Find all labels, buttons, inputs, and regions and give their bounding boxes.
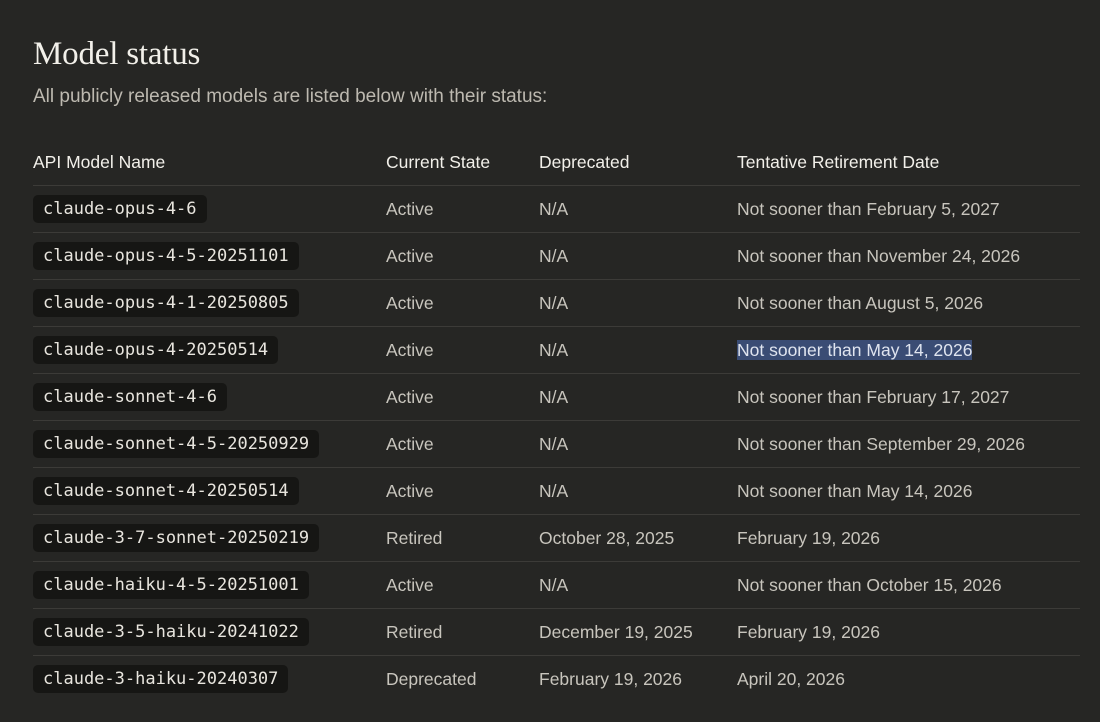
- retirement-date-cell: February 19, 2026: [737, 514, 1080, 562]
- deprecated-cell: N/A: [539, 467, 737, 515]
- page-subtitle: All publicly released models are listed …: [33, 86, 548, 107]
- retirement-date-cell: Not sooner than October 15, 2026: [737, 561, 1080, 609]
- table-row: claude-opus-4-6 Active N/A Not sooner than …: [33, 185, 1080, 233]
- model-name-cell: claude-3-haiku-20240307: [33, 656, 386, 703]
- deprecated-cell: N/A: [539, 373, 737, 421]
- model-id-code: claude-3-5-haiku-20241022: [33, 618, 309, 646]
- deprecated-cell: N/A: [539, 232, 737, 280]
- model-id-code: claude-opus-4-5-20251101: [33, 242, 299, 270]
- table-row: claude-haiku-4-5-20251001 Active N/A Not so…: [33, 561, 1080, 609]
- model-id-code: claude-sonnet-4-5-20250929: [33, 430, 320, 458]
- retirement-date-cell: Not sooner than February 17, 2027: [737, 373, 1080, 421]
- model-name-cell: claude-sonnet-4-5-20250929: [33, 420, 386, 468]
- column-header-deprecated: Deprecated: [539, 140, 737, 186]
- model-id-code: claude-3-7-sonnet-20250219: [33, 524, 320, 552]
- model-id-code: claude-3-haiku-20240307: [33, 665, 289, 693]
- table-row: claude-opus-4-20250514 Active N/A Not soone…: [33, 326, 1080, 374]
- current-state-cell: Active: [386, 561, 539, 609]
- table-row: claude-sonnet-4-5-20250929 Active N/A Not s…: [33, 420, 1080, 468]
- model-name-cell: claude-haiku-4-5-20251001: [33, 561, 386, 609]
- retirement-date-cell: Not sooner than August 5, 2026: [737, 279, 1080, 327]
- model-name-cell: claude-3-5-haiku-20241022: [33, 608, 386, 656]
- deprecated-cell: N/A: [539, 326, 737, 374]
- model-name-cell: claude-opus-4-1-20250805: [33, 279, 386, 327]
- deprecated-cell: N/A: [539, 185, 737, 233]
- retirement-date-text: Not sooner than August 5, 2026: [737, 292, 984, 313]
- retirement-date-cell: Not sooner than September 29, 2026: [737, 420, 1080, 468]
- current-state-cell: Active: [386, 232, 539, 280]
- retirement-date-text: April 20, 2026: [737, 668, 845, 689]
- table-row: claude-sonnet-4-20250514 Active N/A Not soo…: [33, 467, 1080, 515]
- model-name-cell: claude-opus-4-5-20251101: [33, 232, 386, 280]
- table-row: claude-sonnet-4-6 Active N/A Not sooner tha…: [33, 373, 1080, 421]
- deprecated-cell: February 19, 2026: [539, 668, 683, 689]
- model-name-cell: claude-opus-4-20250514: [33, 326, 386, 374]
- retirement-date-cell: Not sooner than May 14, 2026: [737, 326, 1080, 374]
- table-row: claude-3-haiku-20240307 Deprecated Februar…: [33, 656, 1080, 703]
- page-title: Model status: [33, 36, 201, 72]
- current-state-cell: Active: [386, 420, 539, 468]
- column-header-retirement: Tentative Retirement Date: [737, 140, 1080, 186]
- deprecated-cell: December 19, 2025: [539, 608, 737, 656]
- current-state-cell: Retired: [386, 514, 539, 562]
- model-id-code: claude-sonnet-4-6: [33, 383, 227, 411]
- model-name-cell: claude-sonnet-4-20250514: [33, 467, 386, 515]
- retirement-date-text: Not sooner than September 29, 2026: [737, 433, 1025, 454]
- table-row: claude-3-7-sonnet-20250219 Retired October…: [33, 514, 1080, 562]
- model-id-code: claude-opus-4-6: [33, 195, 207, 223]
- retirement-date-cell: April 20, 2026: [737, 656, 1080, 703]
- retirement-date-text: Not sooner than May 14, 2026: [737, 480, 973, 501]
- table-row: claude-opus-4-1-20250805 Active N/A Not soo…: [33, 279, 1080, 327]
- deprecated-cell: N/A: [539, 420, 737, 468]
- retirement-date-text: February 19, 2026: [737, 527, 881, 548]
- model-id-code: claude-opus-4-1-20250805: [33, 289, 299, 317]
- deprecated-cell: N/A: [539, 561, 737, 609]
- retirement-date-cell: Not sooner than May 14, 2026: [737, 467, 1080, 515]
- model-name-cell: claude-3-7-sonnet-20250219: [33, 514, 386, 562]
- selected-retirement-text: Not sooner than May 14, 2026: [737, 339, 973, 360]
- deprecated-cell: N/A: [539, 279, 737, 327]
- retirement-date-text: Not sooner than February 17, 2027: [737, 386, 1010, 407]
- table-row: claude-3-5-haiku-20241022 Retired December…: [33, 608, 1080, 656]
- current-state-cell: Active: [386, 373, 539, 421]
- current-state-cell: Active: [386, 326, 539, 374]
- model-id-code: claude-opus-4-20250514: [33, 336, 279, 364]
- table-header-row: API Model Name Current State Deprecated …: [33, 140, 1080, 186]
- model-name-cell: claude-sonnet-4-6: [33, 373, 386, 421]
- retirement-date-cell: Not sooner than February 5, 2027: [737, 185, 1080, 233]
- deprecated-cell: October 28, 2025: [539, 514, 737, 562]
- model-id-code: claude-sonnet-4-20250514: [33, 477, 299, 505]
- retirement-date-text: Not sooner than February 5, 2027: [737, 198, 1000, 219]
- current-state-cell: Deprecated: [386, 668, 477, 689]
- current-state-cell: Active: [386, 279, 539, 327]
- model-name-cell: claude-opus-4-6: [33, 185, 386, 233]
- table-body: claude-opus-4-6 Active N/A Not sooner than …: [33, 185, 1080, 703]
- table-row: claude-opus-4-5-20251101 Active N/A Not soo…: [33, 232, 1080, 280]
- retirement-date-cell: Not sooner than November 24, 2026: [737, 232, 1080, 280]
- retirement-date-text: February 19, 2026: [737, 621, 881, 642]
- retirement-date-text: Not sooner than November 24, 2026: [737, 245, 1021, 266]
- current-state-cell: Retired: [386, 608, 539, 656]
- current-state-cell: Active: [386, 185, 539, 233]
- retirement-date-cell: February 19, 2026: [737, 608, 1080, 656]
- model-status-table: API Model Name Current State Deprecated …: [33, 140, 1080, 702]
- model-id-code: claude-haiku-4-5-20251001: [33, 571, 309, 599]
- page: Model status All publicly released model…: [0, 0, 1100, 722]
- current-state-cell: Active: [386, 467, 539, 515]
- column-header-state: Current State: [386, 140, 539, 186]
- column-header-model: API Model Name: [33, 140, 386, 186]
- retirement-date-text: Not sooner than October 15, 2026: [737, 574, 1002, 595]
